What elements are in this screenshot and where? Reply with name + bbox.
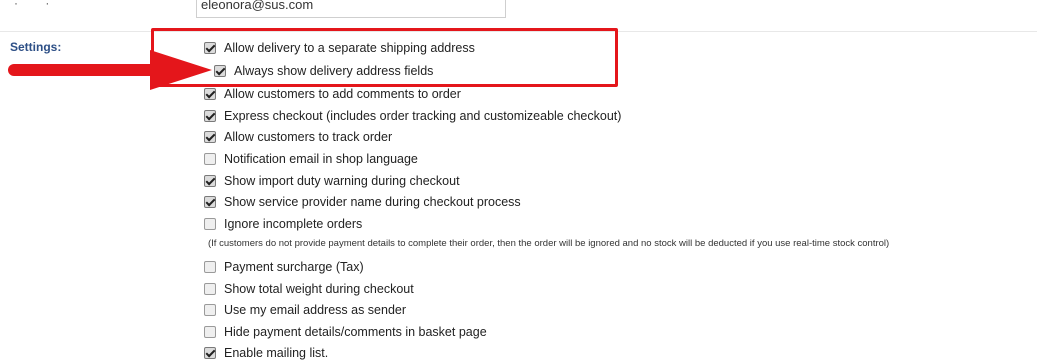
annotation-arrow-icon	[8, 50, 212, 90]
option-label: Allow customers to track order	[224, 130, 393, 144]
option-label: Show import duty warning during checkout	[224, 174, 460, 188]
option-payment-surcharge[interactable]: Payment surcharge (Tax)	[204, 259, 364, 275]
option-mailing-list[interactable]: Enable mailing list.	[204, 345, 328, 361]
option-label: Express checkout (includes order trackin…	[224, 109, 622, 123]
option-customer-comments[interactable]: Allow customers to add comments to order	[204, 86, 461, 102]
option-label: Ignore incomplete orders	[224, 217, 363, 231]
option-hide-payment-details[interactable]: Hide payment details/comments in basket …	[204, 324, 487, 340]
option-import-duty-warning[interactable]: Show import duty warning during checkout	[204, 173, 460, 189]
option-label: Payment surcharge (Tax)	[224, 260, 364, 274]
option-label: Notification email in shop language	[224, 152, 418, 166]
option-total-weight[interactable]: Show total weight during checkout	[204, 281, 414, 297]
option-service-provider-name[interactable]: Show service provider name during checko…	[204, 194, 521, 210]
option-label: Enable mailing list.	[224, 346, 329, 360]
option-notification-language[interactable]: Notification email in shop language	[204, 151, 418, 167]
ignore-orders-note: (If customers do not provide payment det…	[208, 238, 890, 249]
email-field[interactable]: eleonora@sus.com	[196, 0, 506, 18]
checkbox[interactable]	[204, 261, 216, 273]
option-label: Use my email address as sender	[224, 303, 407, 317]
checkbox[interactable]	[204, 110, 216, 122]
checkbox[interactable]	[204, 131, 216, 143]
option-label: Show total weight during checkout	[224, 282, 414, 296]
checkbox[interactable]	[204, 347, 216, 359]
option-label: Hide payment details/comments in basket …	[224, 325, 487, 339]
checkbox[interactable]	[204, 153, 216, 165]
option-label: Show service provider name during checko…	[224, 195, 521, 209]
checkbox[interactable]	[204, 326, 216, 338]
checkbox[interactable]	[204, 304, 216, 316]
option-express-checkout[interactable]: Express checkout (includes order trackin…	[204, 108, 621, 124]
option-email-sender[interactable]: Use my email address as sender	[204, 302, 406, 318]
option-label: Allow customers to add comments to order	[224, 87, 461, 101]
option-ignore-incomplete[interactable]: Ignore incomplete orders	[204, 216, 362, 232]
checkbox[interactable]	[204, 196, 216, 208]
option-track-order[interactable]: Allow customers to track order	[204, 129, 392, 145]
checkbox[interactable]	[204, 175, 216, 187]
checkbox[interactable]	[204, 218, 216, 230]
checkbox[interactable]	[204, 283, 216, 295]
email-row-label: · ·	[14, 0, 62, 10]
